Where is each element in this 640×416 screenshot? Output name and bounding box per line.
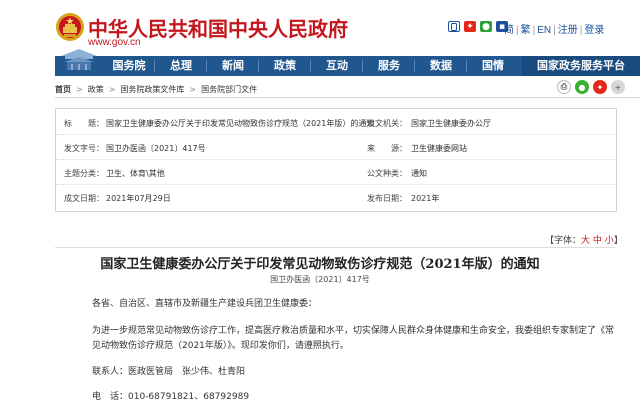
title-label: 标 题： [64,119,104,128]
source-value: 卫生健康委网站 [411,144,467,153]
wechat-icon[interactable]: ● [480,21,492,32]
font-medium-button[interactable]: 中 [593,236,602,246]
mobile-icon[interactable] [448,21,460,32]
font-large-button[interactable]: 大 [581,236,590,246]
docno-value: 国卫办医函〔2021〕417号 [106,144,206,153]
wechat-share-icon[interactable]: ● [575,80,589,94]
nav-item-interaction[interactable]: 互动 [315,56,359,76]
breadcrumb-department-docs[interactable]: 国务院部门文件 [201,84,257,95]
article-docno: 国卫办医函〔2021〕417号 [270,275,370,284]
nav-item-policy[interactable]: 政策 [263,56,307,76]
weibo-share-icon[interactable]: ✦ [593,80,607,94]
top-links: 简 | 繁 | EN | 注册 | 登录 [504,25,605,36]
type-label: 公文种类： [367,169,407,178]
top-icon-bar: ✦ ● ▪ [448,21,508,32]
nav-item-premier[interactable]: 总理 [159,56,203,76]
publish-date-label: 发布日期： [367,194,407,203]
register-link[interactable]: 注册 [558,25,578,36]
tiananmen-skyline-icon [55,49,103,76]
nav-item-national-info[interactable]: 国情 [471,56,515,76]
type-value: 通知 [411,169,427,178]
article-title: 国家卫生健康委办公厅关于印发常见动物致伤诊疗规范（2021年版）的通知 [100,257,540,272]
written-date-label: 成文日期： [64,194,104,203]
issuer-value: 国家卫生健康委办公厅 [411,119,491,128]
topic-value: 卫生、体育\其他 [106,169,165,178]
docno-label: 发文字号： [64,144,104,153]
share-bar: ⎙ ● ✦ + [557,80,625,94]
breadcrumb: 首页 > 政策 > 国务院政策文件库 > 国务院部门文件 [55,84,258,95]
breadcrumb-policy-library[interactable]: 国务院政策文件库 [120,84,184,95]
divider [55,97,640,98]
info-row: 发文字号： 国卫办医函〔2021〕417号 来 源： 卫生健康委网站 [56,134,616,160]
breadcrumb-policy[interactable]: 政策 [88,84,104,95]
nav-item-news[interactable]: 新闻 [211,56,255,76]
nav-item-service[interactable]: 服务 [367,56,411,76]
topic-label: 主题分类： [64,169,104,178]
article-paragraph-line: 为进一步规范常见动物致伤诊疗工作，提高医疗救治质量和水平，切实保障人民群众身体健… [92,326,615,336]
issuer-label: 发文机关： [367,119,407,128]
info-row: 标 题： 国家卫生健康委办公厅关于印发常见动物致伤诊疗规范（2021年版）的通知… [56,109,616,135]
article-paragraph-line: 见动物致伤诊疗规范（2021年版）》。现印发你们，请遵照执行。 [92,341,349,351]
source-label: 来 源： [367,144,407,153]
nav-item-state-council[interactable]: 国务院 [107,56,151,76]
more-share-icon[interactable]: + [611,80,625,94]
title-value: 国家卫生健康委办公厅关于印发常见动物致伤诊疗规范（2021年版）的通知 [106,119,375,128]
font-size-prefix: 【字体： [545,236,582,246]
written-date-value: 2021年07月29日 [106,194,171,203]
font-size-suffix: 】 [613,236,623,246]
font-size-control: 【字体：大 中 小】 [545,233,623,246]
document-info-box: 标 题： 国家卫生健康委办公厅关于印发常见动物致伤诊疗规范（2021年版）的通知… [55,108,617,212]
traditional-link[interactable]: 繁 [521,25,531,36]
print-icon[interactable]: ⎙ [557,80,571,94]
english-link[interactable]: EN [537,25,551,36]
info-row: 主题分类： 卫生、体育\其他 公文种类： 通知 [56,159,616,185]
simplified-link[interactable]: 简 [504,25,514,36]
main-nav: 国务院 总理 新闻 政策 互动 服务 数据 国情 国家政务服务平台 [55,56,640,76]
nav-item-data[interactable]: 数据 [419,56,463,76]
nav-item-service-platform[interactable]: 国家政务服务平台 [522,56,640,76]
breadcrumb-home[interactable]: 首页 [55,84,71,95]
font-small-button[interactable]: 小 [605,236,614,246]
weibo-icon[interactable]: ✦ [464,21,476,32]
divider [55,247,615,248]
article-salutation: 各省、自治区、直辖市及新疆生产建设兵团卫生健康委： [92,299,318,309]
national-emblem-icon [56,13,84,41]
article-phone: 电 话：010-68791821、68792989 [92,392,250,402]
article-contact: 联系人：医政医管局 张少伟、杜青阳 [92,367,246,377]
info-row: 成文日期： 2021年07月29日 发布日期： 2021年 [56,184,616,209]
login-link[interactable]: 登录 [584,25,604,36]
publish-date-value: 2021年 [411,194,440,203]
